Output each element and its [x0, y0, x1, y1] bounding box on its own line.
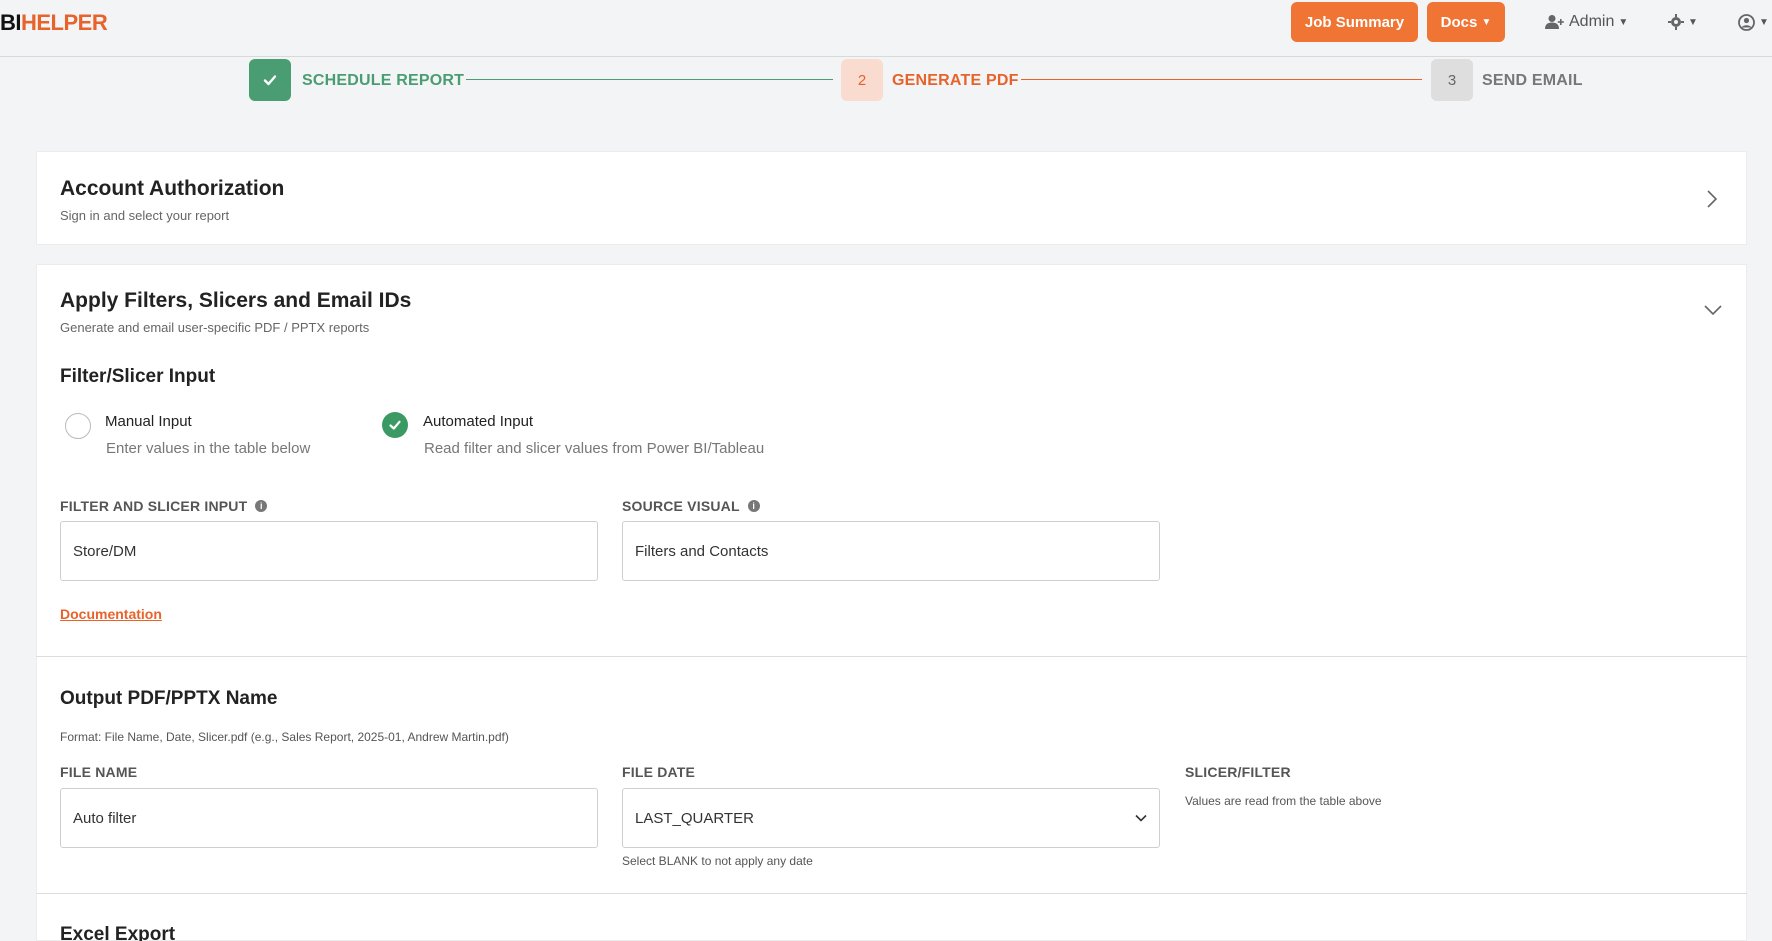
- account-card-title: Account Authorization: [60, 177, 285, 200]
- caret-down-icon: ▼: [1759, 16, 1769, 28]
- step-2-label: GENERATE PDF: [892, 72, 1019, 89]
- gear-icon: [1668, 14, 1684, 30]
- output-name-heading: Output PDF/PPTX Name: [60, 688, 278, 709]
- user-circle-icon: [1738, 13, 1755, 31]
- docs-label: Docs: [1440, 13, 1478, 31]
- source-visual-input[interactable]: Filters and Contacts: [622, 521, 1160, 581]
- automated-input-radio[interactable]: [382, 412, 408, 438]
- caret-down-icon: ▼: [1618, 16, 1629, 28]
- step-1-badge[interactable]: [249, 59, 291, 101]
- top-navbar: BIHELPER Job Summary Docs ▼ Admin ▼ ▼ ▼: [0, 0, 1772, 57]
- step-3-badge[interactable]: 3: [1431, 59, 1473, 101]
- file-name-label: FILE NAME: [60, 764, 138, 780]
- chevron-down-icon: [1135, 814, 1147, 822]
- filter-slicer-input-heading: Filter/Slicer Input: [60, 366, 216, 387]
- admin-label: Admin: [1569, 13, 1615, 30]
- account-menu[interactable]: ▼: [1738, 10, 1769, 34]
- step-connector-1: [466, 79, 833, 80]
- filters-card-subtitle: Generate and email user-specific PDF / P…: [60, 320, 370, 335]
- brand-logo[interactable]: BIHELPER: [0, 10, 108, 36]
- filter-slicer-label-text: FILTER AND SLICER INPUT: [60, 498, 248, 514]
- source-visual-label-text: SOURCE VISUAL: [622, 498, 740, 514]
- job-summary-button[interactable]: Job Summary: [1291, 2, 1418, 42]
- file-date-select[interactable]: LAST_QUARTER: [622, 788, 1160, 848]
- filters-card-title: Apply Filters, Slicers and Email IDs: [60, 289, 412, 312]
- manual-input-desc: Enter values in the table below: [106, 440, 311, 457]
- manual-input-radio[interactable]: [65, 413, 91, 439]
- slicer-filter-note: Values are read from the table above: [1185, 794, 1382, 808]
- caret-down-icon: ▼: [1481, 16, 1492, 28]
- step-2-badge[interactable]: 2: [841, 59, 883, 101]
- file-date-hint: Select BLANK to not apply any date: [622, 854, 813, 868]
- file-name-input[interactable]: Auto filter: [60, 788, 598, 848]
- filter-slicer-input[interactable]: Store/DM: [60, 521, 598, 581]
- step-3-label: SEND EMAIL: [1482, 72, 1583, 89]
- section-divider: [36, 656, 1747, 657]
- slicer-filter-label: SLICER/FILTER: [1185, 764, 1291, 780]
- check-icon: [389, 420, 401, 430]
- filter-slicer-input-label: FILTER AND SLICER INPUT i: [60, 498, 268, 514]
- automated-input-desc: Read filter and slicer values from Power…: [424, 440, 765, 457]
- manual-input-title: Manual Input: [105, 413, 192, 430]
- check-icon: [263, 75, 277, 86]
- section-divider: [36, 893, 1747, 894]
- admin-menu[interactable]: Admin ▼: [1545, 10, 1628, 34]
- docs-dropdown-button[interactable]: Docs ▼: [1427, 2, 1505, 42]
- info-icon[interactable]: i: [747, 500, 760, 512]
- documentation-link[interactable]: Documentation: [60, 606, 162, 622]
- file-date-label: FILE DATE: [622, 764, 696, 780]
- user-plus-icon: [1545, 15, 1564, 29]
- step-1-label: SCHEDULE REPORT: [302, 72, 465, 89]
- chevron-right-icon[interactable]: [1706, 189, 1718, 209]
- chevron-down-icon[interactable]: [1703, 304, 1723, 316]
- settings-menu[interactable]: ▼: [1668, 10, 1698, 34]
- source-visual-label: SOURCE VISUAL i: [622, 498, 760, 514]
- caret-down-icon: ▼: [1688, 16, 1698, 28]
- account-authorization-card[interactable]: Account Authorization Sign in and select…: [36, 151, 1747, 245]
- brand-part2: HELPER: [21, 10, 108, 35]
- info-icon[interactable]: i: [255, 500, 268, 512]
- brand-part1: BI: [0, 10, 22, 35]
- file-date-value: LAST_QUARTER: [635, 809, 754, 827]
- excel-export-heading: Excel Export: [60, 924, 176, 941]
- automated-input-title: Automated Input: [423, 413, 534, 430]
- step-connector-2: [1021, 79, 1422, 80]
- account-card-subtitle: Sign in and select your report: [60, 208, 230, 223]
- output-format-note: Format: File Name, Date, Slicer.pdf (e.g…: [60, 730, 509, 744]
